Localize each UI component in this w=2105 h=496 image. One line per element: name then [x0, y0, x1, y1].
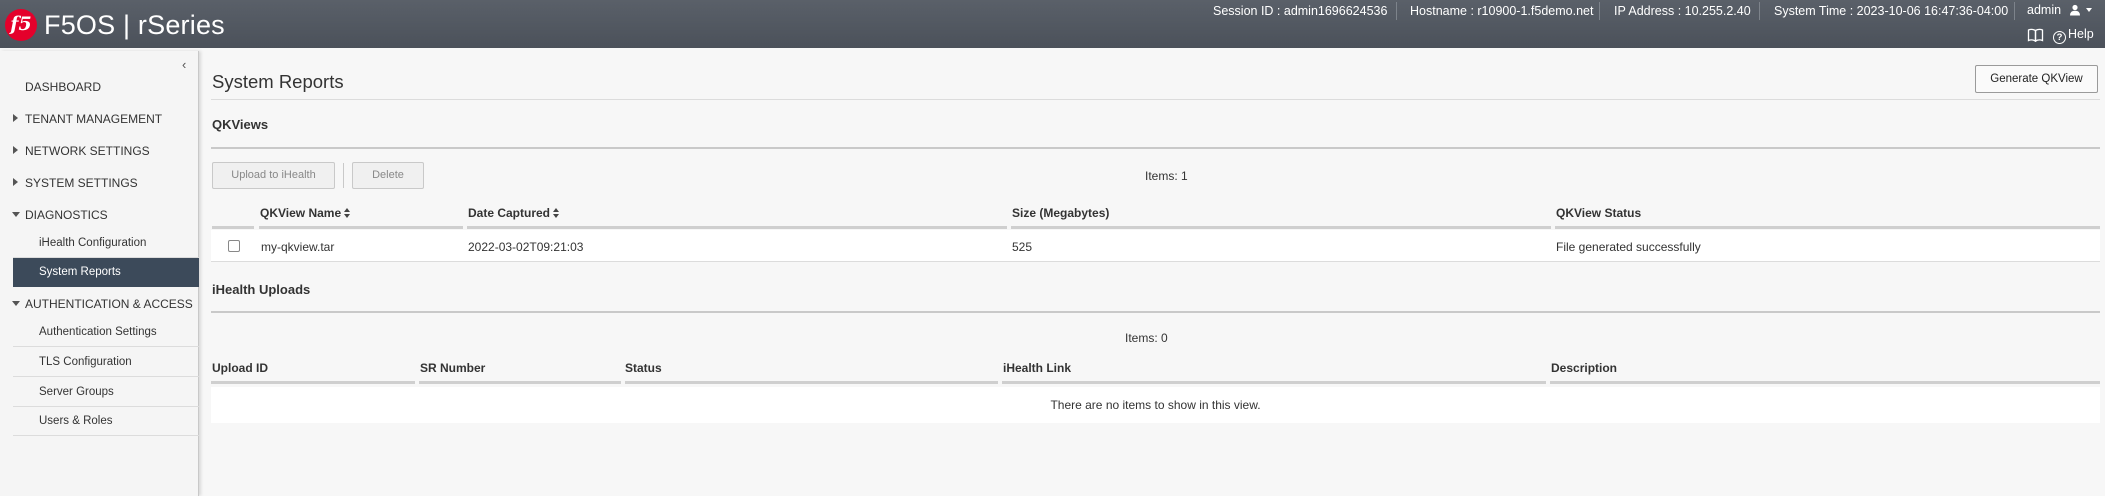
header-divider	[1396, 2, 1397, 20]
nav-label: NETWORK SETTINGS	[25, 144, 150, 158]
column-underline	[467, 226, 1007, 229]
column-underline	[212, 226, 254, 229]
nav-tls-configuration[interactable]: TLS Configuration	[13, 348, 199, 377]
nav-system-settings[interactable]: SYSTEM SETTINGS	[0, 167, 199, 197]
nav-sub-label: System Reports	[39, 266, 121, 278]
user-menu[interactable]: admin	[2027, 3, 2093, 17]
table-row[interactable]: my-qkview.tar 2022-03-02T09:21:03 525 Fi…	[211, 230, 2100, 262]
header-divider	[2014, 2, 2015, 20]
sort-icon[interactable]	[344, 208, 351, 218]
nav-sub-label: Server Groups	[39, 386, 114, 398]
column-underline	[1011, 226, 1551, 229]
chevron-down-icon	[2086, 8, 2093, 12]
sidebar: ‹ DASHBOARD TENANT MANAGEMENT NETWORK SE…	[0, 51, 199, 496]
nav-label: SYSTEM SETTINGS	[25, 176, 138, 190]
help-label: Help	[2068, 27, 2094, 41]
column-underline	[211, 381, 415, 384]
column-header-sr-number: SR Number	[420, 361, 486, 375]
column-label: QKView Name	[260, 206, 342, 220]
documentation-book-icon[interactable]	[2027, 28, 2044, 42]
caret-down-icon	[12, 212, 20, 217]
user-icon	[2069, 4, 2080, 16]
empty-table-message: There are no items to show in this view.	[211, 387, 2100, 423]
caret-right-icon	[13, 146, 18, 154]
top-bar: f5 F5OS | rSeries Session ID : admin1696…	[0, 0, 2105, 48]
ip-address: IP Address : 10.255.2.40	[1614, 4, 1751, 18]
system-time: System Time : 2023-10-06 16:47:36-04:00	[1774, 4, 2009, 18]
column-header-ihealth-link: iHealth Link	[1003, 361, 1072, 375]
nav-tenant-management[interactable]: TENANT MANAGEMENT	[0, 103, 199, 133]
header-divider	[1759, 2, 1760, 20]
column-underline	[1002, 381, 1546, 384]
section-divider	[211, 311, 2100, 313]
nav-label: TENANT MANAGEMENT	[25, 112, 163, 126]
nav-label: DIAGNOSTICS	[25, 208, 108, 222]
caret-right-icon	[13, 114, 18, 122]
nav-dashboard[interactable]: DASHBOARD	[0, 71, 199, 101]
divider	[211, 99, 2100, 100]
nav-sub-label: iHealth Configuration	[39, 237, 147, 249]
upload-to-ihealth-button[interactable]: Upload to iHealth	[212, 162, 335, 189]
section-divider	[211, 147, 2100, 149]
generate-qkview-button[interactable]: Generate QKView	[1975, 65, 2098, 93]
column-header-date-captured[interactable]: Date Captured	[468, 206, 560, 220]
sort-icon[interactable]	[553, 208, 560, 218]
cell-date-captured: 2022-03-02T09:21:03	[468, 240, 584, 254]
column-header-qkview-name[interactable]: QKView Name	[260, 206, 351, 220]
f5-logo[interactable]: f5	[5, 9, 37, 41]
caret-down-icon	[12, 301, 20, 306]
nav-sub-label: Users & Roles	[39, 415, 113, 427]
empty-text: There are no items to show in this view.	[1050, 398, 1261, 412]
column-underline	[419, 381, 621, 384]
toolbar-separator	[343, 163, 344, 188]
collapse-sidebar-icon[interactable]: ‹	[182, 57, 186, 72]
column-header-status: Status	[625, 361, 662, 375]
row-checkbox[interactable]	[228, 240, 240, 252]
column-header-qkview-status: QKView Status	[1556, 206, 1642, 220]
session-id: Session ID : admin1696624536	[1213, 4, 1388, 18]
delete-button[interactable]: Delete	[352, 162, 424, 189]
user-name: admin	[2027, 3, 2062, 17]
header-divider	[1599, 2, 1600, 20]
help-link[interactable]: ? Help	[2053, 27, 2094, 44]
nav-label: DASHBOARD	[25, 80, 102, 94]
hostname: Hostname : r10900-1.f5demo.net	[1410, 4, 1594, 18]
qkviews-section-title: QKViews	[212, 117, 269, 132]
items-count: Items: 1	[1145, 169, 1188, 183]
cell-size: 525	[1012, 240, 1033, 254]
column-underline	[259, 226, 463, 229]
nav-network-settings[interactable]: NETWORK SETTINGS	[0, 135, 199, 165]
question-circle-icon: ?	[2053, 31, 2066, 44]
column-underline	[1555, 226, 2100, 229]
nav-authentication-settings[interactable]: Authentication Settings	[13, 318, 199, 347]
column-label: Date Captured	[468, 206, 551, 220]
nav-authentication-access[interactable]: AUTHENTICATION & ACCESS	[0, 288, 199, 318]
nav-sub-label: Authentication Settings	[39, 326, 157, 338]
cell-qkview-name: my-qkview.tar	[261, 240, 335, 254]
items-count: Items: 0	[1125, 331, 1168, 345]
nav-ihealth-configuration[interactable]: iHealth Configuration	[13, 229, 199, 258]
product-brand: F5OS | rSeries	[44, 10, 225, 40]
ihealth-uploads-section-title: iHealth Uploads	[212, 282, 311, 297]
column-header-description: Description	[1551, 361, 1618, 375]
caret-right-icon	[13, 178, 18, 186]
nav-system-reports[interactable]: System Reports	[13, 258, 199, 287]
nav-label: AUTHENTICATION & ACCESS	[25, 297, 193, 311]
nav-diagnostics[interactable]: DIAGNOSTICS	[0, 199, 199, 229]
column-underline	[625, 381, 998, 384]
column-header-size: Size (Megabytes)	[1012, 206, 1110, 220]
nav-users-roles[interactable]: Users & Roles	[13, 407, 199, 436]
column-header-upload-id: Upload ID	[212, 361, 268, 375]
nav-sub-label: TLS Configuration	[39, 356, 132, 368]
nav-server-groups[interactable]: Server Groups	[13, 378, 199, 407]
cell-status: File generated successfully	[1556, 240, 1701, 254]
column-underline	[1550, 381, 2100, 384]
page-title: System Reports	[212, 71, 344, 92]
